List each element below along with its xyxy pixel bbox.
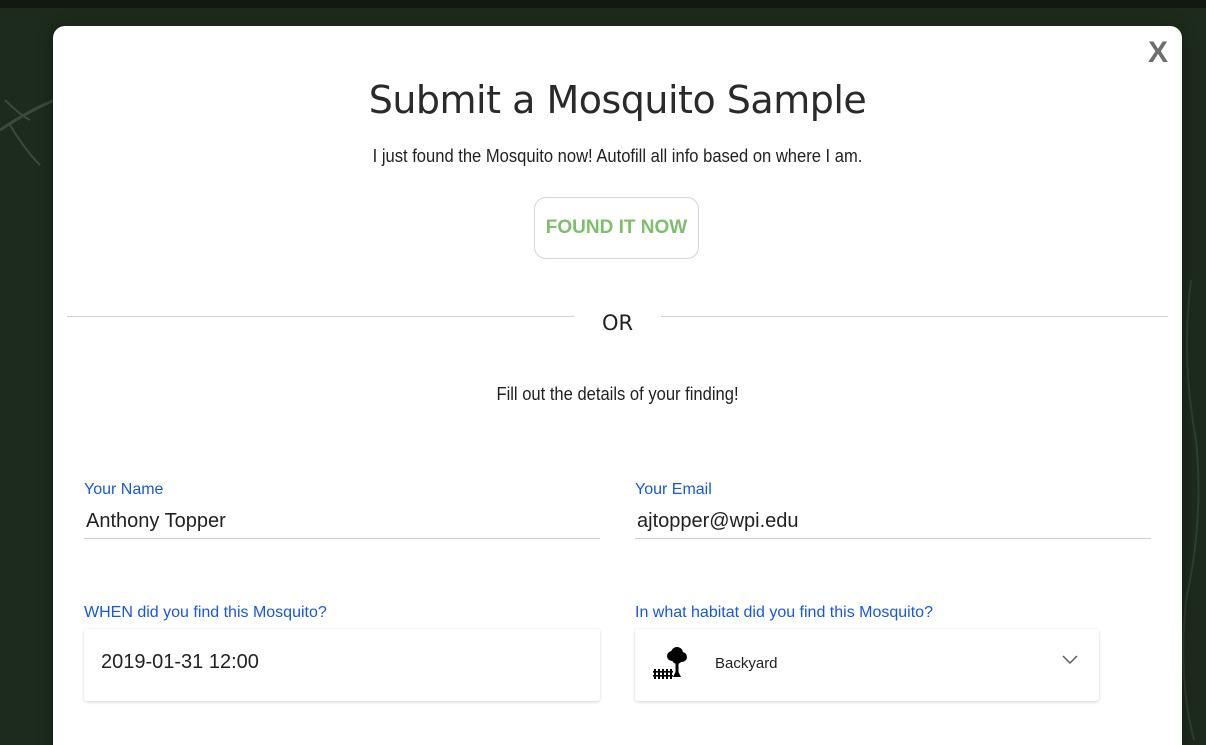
fill-details-prompt: Fill out the details of your finding! — [496, 384, 739, 404]
close-button[interactable]: X — [1148, 38, 1168, 68]
chevron-down-icon[interactable] — [1061, 653, 1079, 665]
habitat-selected-value: Backyard — [715, 655, 778, 672]
submit-sample-modal: X Submit a Mosquito Sample I just found … — [53, 26, 1182, 745]
when-label: WHEN did you find this Mosquito? — [84, 604, 327, 621]
email-input[interactable] — [635, 504, 1151, 539]
or-separator: OR — [601, 311, 634, 335]
backyard-icon — [653, 647, 687, 679]
email-label: Your Email — [635, 481, 712, 498]
divider-right — [661, 316, 1168, 317]
background-top-strip — [0, 0, 1206, 8]
when-datetime-value: 2019-01-31 12:00 — [101, 651, 259, 673]
found-it-now-button[interactable]: FOUND IT NOW — [534, 197, 699, 259]
name-input[interactable] — [84, 504, 600, 539]
background-plant-decoration — [0, 98, 56, 166]
autofill-prompt: I just found the Mosquito now! Autofill … — [372, 146, 863, 166]
modal-title: Submit a Mosquito Sample — [368, 78, 867, 122]
habitat-label: In what habitat did you find this Mosqui… — [635, 604, 933, 621]
when-datetime-field[interactable]: 2019-01-31 12:00 — [84, 629, 600, 701]
name-label: Your Name — [84, 481, 164, 498]
habitat-select[interactable]: Backyard — [635, 629, 1099, 701]
